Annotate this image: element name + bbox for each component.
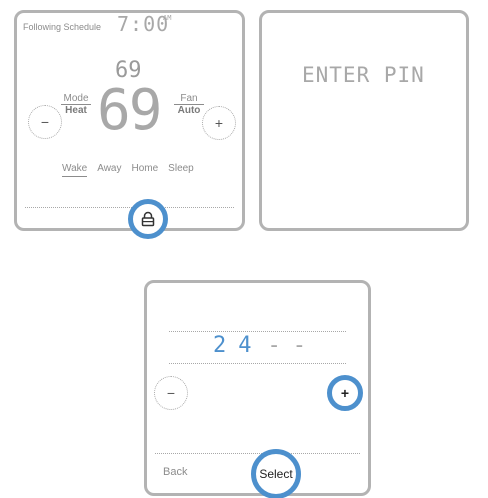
lock-button[interactable] bbox=[128, 199, 168, 239]
pin-digit-1: 2 bbox=[213, 333, 227, 358]
current-temperature: 69 bbox=[97, 78, 162, 143]
home-screen-panel: Following Schedule 7:00 AM 69 Mode Heat … bbox=[14, 10, 245, 239]
period-home[interactable]: Home bbox=[131, 163, 158, 177]
mode-block[interactable]: Mode Heat bbox=[61, 93, 91, 117]
period-away[interactable]: Away bbox=[97, 163, 121, 177]
pin-digit-4: - bbox=[292, 333, 306, 358]
plus-icon: + bbox=[340, 385, 350, 401]
pin-footer-divider bbox=[155, 453, 360, 454]
decrease-digit-button[interactable]: − bbox=[154, 376, 188, 410]
pin-entry-panel: 2 4 - - − + Back Select bbox=[144, 280, 371, 498]
pin-top-divider bbox=[169, 331, 346, 332]
period-wake[interactable]: Wake bbox=[62, 163, 88, 177]
stage: Following Schedule 7:00 AM 69 Mode Heat … bbox=[0, 0, 488, 498]
clock-am-pm: AM bbox=[163, 14, 172, 22]
home-divider bbox=[25, 207, 234, 208]
pin-digits: 2 4 - - bbox=[213, 333, 306, 358]
schedule-status: Following Schedule bbox=[23, 22, 102, 32]
enter-pin-message: ENTER PIN bbox=[302, 63, 425, 87]
decrease-temp-button[interactable]: − bbox=[28, 105, 62, 139]
clock-time: 7:00 bbox=[117, 12, 170, 36]
increase-temp-button[interactable]: + bbox=[202, 106, 236, 140]
plus-icon: + bbox=[214, 115, 224, 131]
select-button[interactable]: Select bbox=[251, 449, 301, 498]
pin-digit-2: 4 bbox=[238, 333, 252, 358]
fan-block[interactable]: Fan Auto bbox=[174, 93, 204, 117]
pin-prompt-panel: ENTER PIN bbox=[259, 10, 469, 231]
mode-title: Mode bbox=[61, 93, 91, 105]
pin-bottom-divider bbox=[169, 363, 346, 364]
pin-digit-3: - bbox=[267, 333, 281, 358]
increase-digit-button[interactable]: + bbox=[327, 375, 363, 411]
lock-icon bbox=[141, 211, 155, 227]
period-sleep[interactable]: Sleep bbox=[168, 163, 194, 177]
mode-value: Heat bbox=[65, 105, 87, 116]
minus-icon: − bbox=[166, 385, 176, 401]
schedule-period-list: Wake Away Home Sleep bbox=[62, 163, 194, 177]
fan-value: Auto bbox=[177, 105, 201, 116]
minus-icon: − bbox=[40, 114, 50, 130]
select-label: Select bbox=[259, 467, 293, 481]
back-button[interactable]: Back bbox=[163, 466, 187, 478]
fan-title: Fan bbox=[174, 93, 204, 105]
